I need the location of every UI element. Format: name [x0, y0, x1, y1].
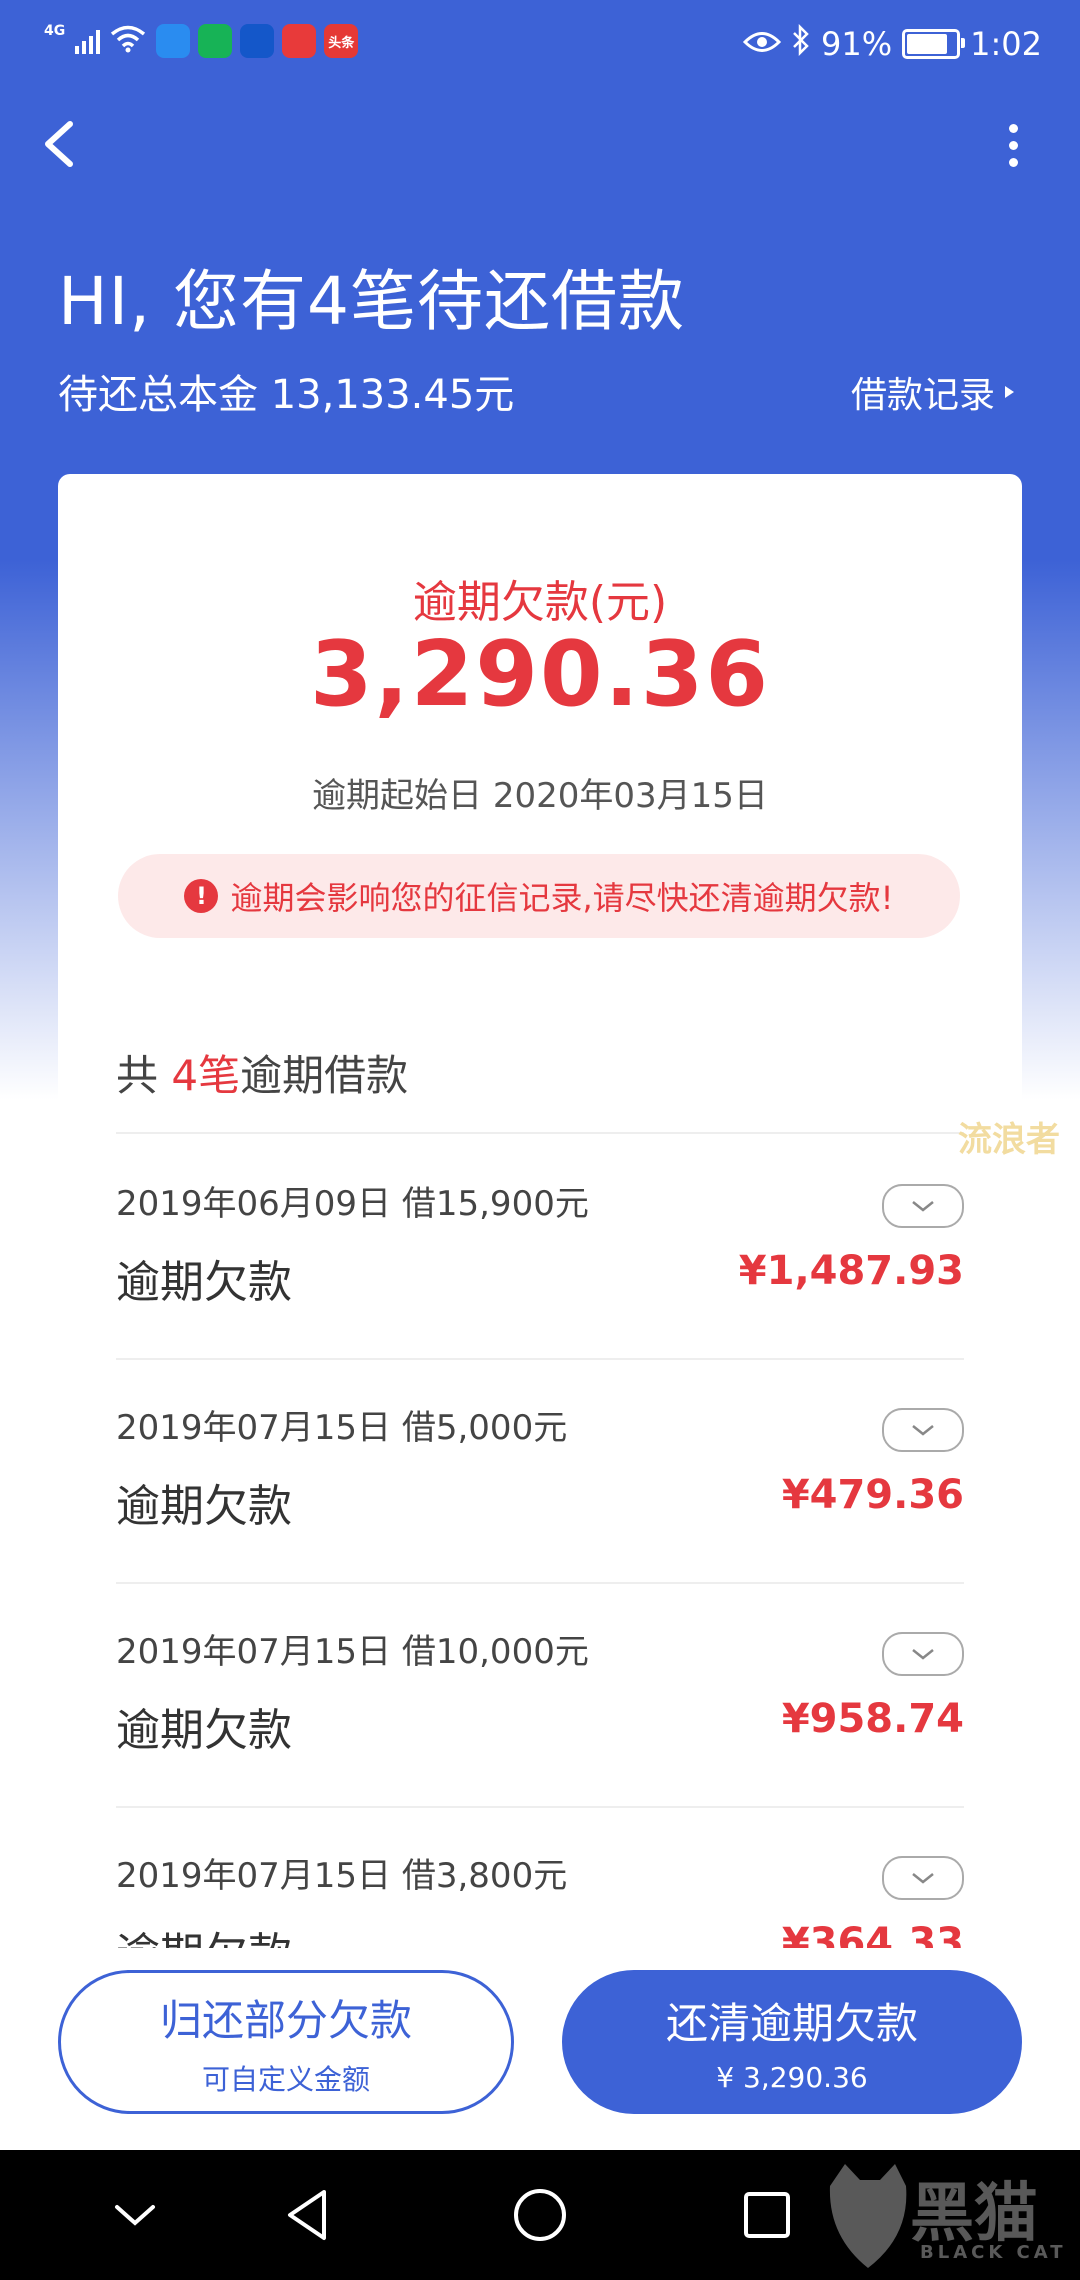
more-options-button[interactable]: [995, 118, 1031, 184]
clock: 1:02: [970, 25, 1042, 63]
warning-text: 逾期会影响您的征信记录,请尽快还清逾期欠款!: [230, 879, 894, 917]
bluetooth-icon: [791, 23, 811, 64]
watermark-text: 流浪者: [958, 1120, 1060, 1160]
loan-amount: ¥479.36: [781, 1472, 964, 1518]
partial-repay-label: 归还部分欠款: [159, 1995, 412, 2045]
more-dot-icon: [1008, 141, 1018, 150]
warning-banner: ! 逾期会影响您的征信记录,请尽快还清逾期欠款!: [118, 854, 960, 938]
signal-icon: [75, 28, 101, 54]
triangle-back-icon: [288, 2190, 326, 2240]
loan-label: 逾期欠款: [116, 1481, 292, 1532]
back-button[interactable]: [36, 114, 86, 174]
overdue-label: 逾期欠款(元): [412, 577, 668, 628]
repay-all-button[interactable]: 还清逾期欠款 ¥ 3,290.36: [562, 1970, 1022, 2114]
loan-label: 逾期欠款: [116, 1705, 292, 1756]
network-type: 4G: [44, 23, 66, 39]
page-headline: HI, 您有4笔待还借款: [58, 263, 686, 340]
overdue-card: 逾期欠款(元) 3,290.36 逾期起始日 2020年03月15日 ! 逾期会…: [58, 474, 1022, 1980]
watermark-logo-text: 黑猫: [910, 2177, 1038, 2251]
overdue-amount: 3,290.36: [309, 622, 771, 727]
count-suffix: 逾期借款: [240, 1051, 409, 1100]
cat-logo-icon: [829, 2164, 907, 2268]
count-prefix: 共: [116, 1051, 172, 1100]
back-arrow-icon: [45, 121, 73, 167]
loan-desc: 2019年06月09日 借15,900元: [116, 1184, 589, 1224]
chevron-down-icon: [912, 1425, 934, 1436]
nav-recents-button[interactable]: [732, 2180, 802, 2250]
loan-record-link[interactable]: 借款记录: [851, 366, 1014, 418]
chevron-down-icon: [115, 2205, 155, 2226]
triangle-right-icon: [1005, 386, 1014, 398]
status-bar-right: 91% 1:02: [742, 23, 1042, 64]
battery-percent: 91%: [821, 25, 893, 63]
loan-desc: 2019年07月15日 借10,000元: [116, 1632, 589, 1672]
expand-button[interactable]: [882, 1408, 964, 1452]
watermark-logo-subtext: BLACK CAT: [920, 2242, 1067, 2263]
battery-icon: [902, 29, 966, 59]
status-bar-left: 4G 头条: [44, 23, 359, 58]
more-dot-icon: [1008, 158, 1018, 167]
video-app-icon: [198, 24, 233, 58]
count-number: 4笔: [171, 1051, 241, 1100]
nav-back-button[interactable]: [272, 2180, 342, 2250]
expand-button[interactable]: [882, 1856, 964, 1900]
loan-item[interactable]: 2019年06月09日 借15,900元 逾期欠款 ¥1,487.93: [116, 1134, 964, 1358]
expand-button[interactable]: [882, 1184, 964, 1228]
circle-home-icon: [514, 2189, 566, 2241]
toutiao-app-icon: 头条: [324, 24, 359, 58]
chevron-down-icon: [912, 1201, 934, 1212]
nav-collapse-button[interactable]: [100, 2180, 170, 2250]
overdue-start-date: 逾期起始日 2020年03月15日: [312, 776, 768, 816]
repay-all-amount: ¥ 3,290.36: [716, 2061, 868, 2094]
loan-item[interactable]: 2019年07月15日 借5,000元 逾期欠款 ¥479.36: [116, 1358, 964, 1582]
shopping-app-icon: [282, 24, 317, 58]
partial-repay-sublabel: 可自定义金额: [201, 2062, 370, 2096]
loan-amount: ¥1,487.93: [738, 1248, 964, 1294]
loan-desc: 2019年07月15日 借5,000元: [116, 1408, 568, 1448]
watermark-logo: 黑猫 BLACK CAT: [820, 2150, 1080, 2280]
loan-item[interactable]: 2019年07月15日 借10,000元 逾期欠款 ¥958.74: [116, 1582, 964, 1806]
autohome-app-icon: [240, 24, 275, 58]
status-bar: 4G 头条 91% 1:02: [0, 0, 1080, 90]
nav-home-button[interactable]: [505, 2180, 575, 2250]
loan-desc: 2019年07月15日 借3,800元: [116, 1856, 568, 1896]
expand-button[interactable]: [882, 1632, 964, 1676]
loan-record-label: 借款记录: [850, 375, 995, 416]
loan-label: 逾期欠款: [116, 1257, 292, 1308]
more-dot-icon: [1008, 124, 1018, 133]
bottom-action-bar: 归还部分欠款 可自定义金额 还清逾期欠款 ¥ 3,290.36: [0, 1948, 1080, 2150]
eye-comfort-icon: [742, 25, 782, 63]
chevron-down-icon: [912, 1873, 934, 1884]
chevron-down-icon: [912, 1649, 934, 1660]
overdue-count: 共 4笔逾期借款: [116, 1042, 408, 1103]
wifi-icon: [110, 25, 146, 57]
repay-all-label: 还清逾期欠款: [665, 1999, 918, 2048]
notification-app-icons: 头条: [156, 24, 359, 58]
partial-repay-button[interactable]: 归还部分欠款 可自定义金额: [58, 1970, 514, 2114]
total-principal: 待还总本金 13,133.45元: [58, 372, 515, 418]
qq-browser-icon: [156, 24, 191, 58]
loan-amount: ¥958.74: [781, 1696, 964, 1742]
square-recents-icon: [744, 2192, 790, 2238]
exclamation-icon: !: [184, 879, 219, 913]
